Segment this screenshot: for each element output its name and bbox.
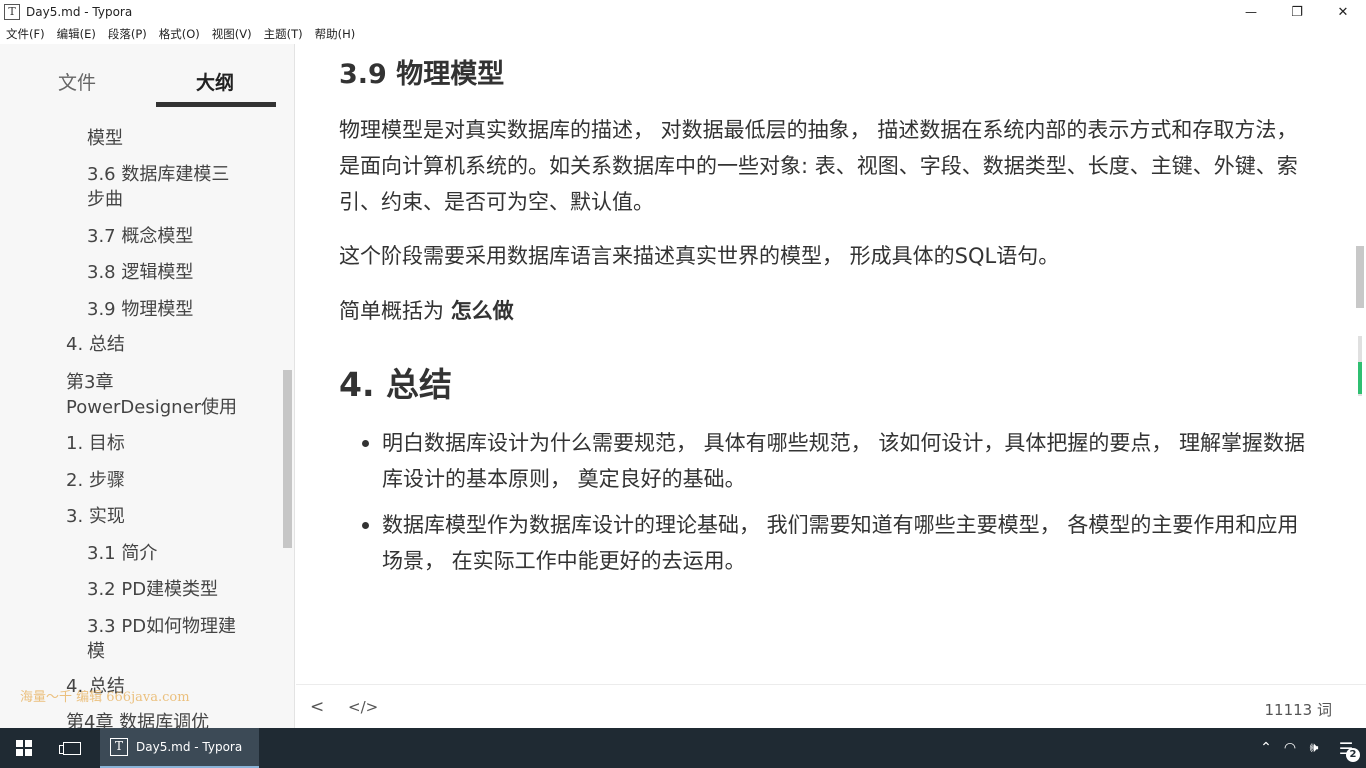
toggle-sidebar-button[interactable]: < — [310, 697, 324, 717]
menu-help[interactable]: 帮助(H) — [309, 24, 362, 44]
outline-item[interactable]: 4. 总结 — [66, 332, 125, 357]
status-footer: < </> 11113 词 — [296, 684, 1366, 728]
outline-item[interactable]: 3.6 数据库建模三 — [87, 162, 229, 187]
paragraph-3-bold: 怎么做 — [450, 299, 514, 323]
menu-paragraph[interactable]: 段落(P) — [102, 24, 153, 44]
scrollbar-thumb[interactable] — [1356, 246, 1364, 308]
outline-item[interactable]: 2. 步骤 — [66, 468, 125, 493]
menu-theme[interactable]: 主题(T) — [258, 24, 309, 44]
close-button[interactable]: ✕ — [1320, 0, 1366, 24]
outline-item[interactable]: 3.8 逻辑模型 — [87, 260, 193, 285]
bullet-dot — [362, 440, 369, 447]
outline-item[interactable]: 3. 实现 — [66, 504, 125, 529]
scroll-position-marker — [1358, 362, 1362, 394]
menu-edit[interactable]: 编辑(E) — [51, 24, 102, 44]
bullet-dot — [362, 522, 369, 529]
paragraph-3-text: 简单概括为 — [339, 299, 451, 323]
outline-item[interactable]: 3.9 物理模型 — [87, 297, 193, 322]
windows-logo-icon — [16, 740, 32, 756]
word-count[interactable]: 11113 词 — [1265, 699, 1333, 720]
volume-icon[interactable]: 🕪 — [1302, 740, 1326, 756]
typora-app-icon: T — [4, 4, 20, 20]
list-item: 明白数据库设计为什么需要规范， 具体有哪些规范， 该如何设计，具体把握的要点， … — [362, 425, 1312, 497]
menu-view[interactable]: 视图(V) — [206, 24, 258, 44]
taskbar: T Day5.md - Typora ⌃ ◠ 🕪 ☰ 2 — [0, 728, 1366, 768]
outline-item[interactable]: 模 — [87, 639, 105, 664]
list-item-text: 数据库模型作为数据库设计的理论基础， 我们需要知道有哪些主要模型， 各模型的主要… — [382, 513, 1299, 573]
outline-item[interactable]: 第4章 数据库调优 — [66, 710, 209, 728]
tab-outline[interactable]: 大纲 — [196, 68, 234, 95]
tab-files[interactable]: 文件 — [58, 68, 96, 95]
menu-format[interactable]: 格式(O) — [153, 24, 206, 44]
active-tab-indicator — [156, 102, 276, 107]
watermark: 海量～千 编辑 666java.com — [20, 690, 190, 705]
sidebar-tabs: 文件 大纲 — [0, 44, 294, 108]
editor-scrollbar[interactable] — [1354, 44, 1366, 684]
notification-count-badge: 2 — [1346, 748, 1360, 762]
menu-bar: 文件(F) 编辑(E) 段落(P) 格式(O) 视图(V) 主题(T) 帮助(H… — [0, 24, 1366, 44]
system-tray: ⌃ ◠ 🕪 ☰ 2 — [1254, 728, 1366, 768]
paragraph-3: 简单概括为 怎么做 — [339, 293, 1309, 329]
start-button[interactable] — [0, 728, 48, 768]
taskbar-app-label: Day5.md - Typora — [136, 740, 243, 754]
sidebar-scrollbar[interactable] — [283, 370, 292, 548]
list-item: 数据库模型作为数据库设计的理论基础， 我们需要知道有哪些主要模型， 各模型的主要… — [362, 507, 1312, 579]
outline-item[interactable]: 3.2 PD建模类型 — [87, 577, 218, 602]
minimize-button[interactable]: — — [1228, 0, 1274, 24]
outline-item[interactable]: 3.7 概念模型 — [87, 224, 193, 249]
task-view-icon — [59, 741, 81, 755]
window-controls: — ❐ ✕ — [1228, 0, 1366, 24]
outline-item[interactable]: PowerDesigner使用 — [66, 395, 237, 420]
menu-file[interactable]: 文件(F) — [0, 24, 51, 44]
chevron-up-icon[interactable]: ⌃ — [1254, 740, 1278, 756]
wifi-icon[interactable]: ◠ — [1278, 740, 1302, 756]
heading-physical-model: 3.9 物理模型 — [339, 59, 505, 90]
outline-item[interactable]: 第3章 — [66, 370, 113, 395]
paragraph-1: 物理模型是对真实数据库的描述， 对数据最低层的抽象， 描述数据在系统内部的表示方… — [339, 118, 1298, 214]
list-item-text: 明白数据库设计为什么需要规范， 具体有哪些规范， 该如何设计，具体把握的要点， … — [382, 431, 1306, 491]
heading-summary: 4. 总结 — [339, 365, 452, 404]
notification-button[interactable]: ☰ 2 — [1326, 728, 1366, 768]
sidebar: 文件 大纲 模型 3.6 数据库建模三 步曲 3.7 概念模型 3.8 逻辑模型… — [0, 44, 295, 728]
editor-content[interactable]: 3.9 物理模型 物理模型是对真实数据库的描述， 对数据最低层的抽象， 描述数据… — [296, 44, 1354, 684]
maximize-button[interactable]: ❐ — [1274, 0, 1320, 24]
outline-item[interactable]: 3.3 PD如何物理建 — [87, 614, 236, 639]
outline-item[interactable]: 3.1 简介 — [87, 541, 157, 566]
title-bar: T Day5.md - Typora — ❐ ✕ — [0, 0, 1366, 24]
window-title: Day5.md - Typora — [26, 5, 133, 19]
paragraph-2: 这个阶段需要采用数据库语言来描述真实世界的模型， 形成具体的SQL语句。 — [339, 244, 1060, 268]
source-code-mode-button[interactable]: </> — [348, 698, 378, 716]
outline-item[interactable]: 1. 目标 — [66, 431, 125, 456]
task-view-button[interactable] — [48, 728, 96, 768]
outline-item[interactable]: 步曲 — [87, 187, 123, 212]
outline-item[interactable]: 模型 — [87, 126, 123, 151]
typora-icon: T — [110, 738, 128, 756]
taskbar-app-typora[interactable]: T Day5.md - Typora — [100, 728, 259, 768]
